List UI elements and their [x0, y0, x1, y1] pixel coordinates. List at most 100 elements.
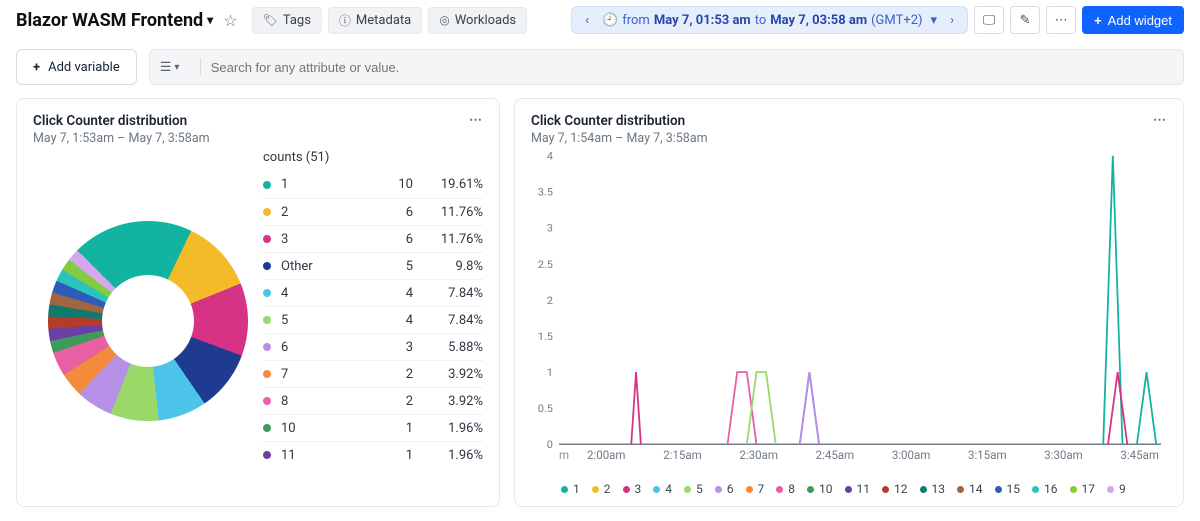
legend-swatch — [263, 343, 271, 351]
legend-item[interactable]: 12 — [882, 482, 908, 496]
panel-click-counter-timeseries: Click Counter distribution May 7, 1:54am… — [514, 98, 1184, 507]
legend-item[interactable]: 15 — [995, 482, 1021, 496]
panel-title: Click Counter distribution — [531, 113, 708, 129]
svg-text:2: 2 — [547, 294, 553, 307]
legend-item[interactable]: 13 — [920, 482, 946, 496]
legend-row[interactable]: 547.84% — [263, 306, 483, 333]
legend-item[interactable]: 11 — [845, 482, 871, 496]
metadata-chip-label: Metadata — [356, 13, 411, 28]
legend-item[interactable]: 1 — [561, 482, 580, 496]
legend-count: 6 — [363, 205, 413, 220]
metadata-chip[interactable]: ⓘ Metadata — [328, 7, 422, 34]
svg-text:3: 3 — [547, 222, 553, 235]
legend-text: 10 — [819, 482, 833, 496]
legend-item[interactable]: 2 — [592, 482, 611, 496]
legend-text: 8 — [788, 482, 795, 496]
dots-icon: ⋯ — [1055, 13, 1068, 28]
legend-item[interactable]: 14 — [957, 482, 983, 496]
panel-menu-button[interactable]: ⋯ — [469, 113, 483, 128]
star-icon[interactable]: ☆ — [223, 11, 237, 30]
panel-body: counts (51) 11019.61%2611.76%3611.76%Oth… — [33, 146, 483, 496]
legend-label: Other — [281, 259, 363, 274]
panel-menu-button[interactable]: ⋯ — [1153, 113, 1167, 128]
legend-swatch — [263, 316, 271, 324]
x-tick: 2:00am — [587, 448, 626, 462]
panel-title: Click Counter distribution — [33, 113, 210, 129]
x-axis-unit: m — [559, 448, 587, 462]
legend-text: 11 — [857, 482, 871, 496]
legend-label: 8 — [281, 394, 363, 409]
chevron-down-icon: ▾ — [931, 13, 938, 28]
legend-row[interactable]: 635.88% — [263, 333, 483, 360]
timeseries-chart[interactable]: 00.511.522.533.54 — [531, 152, 1167, 448]
legend-text: 5 — [696, 482, 703, 496]
legend-item[interactable]: 8 — [776, 482, 795, 496]
legend-row[interactable]: Other59.8% — [263, 252, 483, 279]
page-title[interactable]: Blazor WASM Frontend ▾ — [16, 10, 213, 31]
legend-dot — [957, 486, 964, 493]
legend-dot — [1032, 486, 1039, 493]
tags-chip[interactable]: 🏷 Tags — [252, 7, 322, 34]
time-range-picker: ‹ 🕘 from May 7, 01:53 am to May 7, 03:58… — [571, 6, 968, 34]
legend-dot — [592, 486, 599, 493]
svg-text:4: 4 — [547, 152, 553, 163]
edit-button[interactable]: ✎ — [1010, 6, 1040, 34]
legend-item[interactable]: 7 — [746, 482, 765, 496]
legend-row[interactable]: 723.92% — [263, 360, 483, 387]
x-tick: 2:30am — [739, 448, 778, 462]
legend-swatch — [263, 262, 271, 270]
time-prev-button[interactable]: ‹ — [576, 9, 598, 31]
tag-icon: 🏷 — [263, 13, 278, 27]
legend-row[interactable]: 2611.76% — [263, 198, 483, 225]
legend-pct: 7.84% — [413, 313, 483, 328]
workloads-chip[interactable]: ◎ Workloads — [428, 7, 527, 34]
plus-icon: + — [33, 60, 40, 75]
time-mid: to — [755, 13, 767, 28]
presentation-mode-button[interactable]: 🖵 — [974, 6, 1004, 34]
legend-label: 2 — [281, 205, 363, 220]
header-chips: 🏷 Tags ⓘ Metadata ◎ Workloads — [252, 7, 528, 34]
legend-text: 15 — [1007, 482, 1021, 496]
legend-swatch — [263, 289, 271, 297]
legend-item[interactable]: 17 — [1070, 482, 1096, 496]
legend-item[interactable]: 9 — [1107, 482, 1126, 496]
legend-title: counts (51) — [263, 146, 483, 171]
legend-item[interactable]: 10 — [807, 482, 833, 496]
legend-pct: 9.8% — [413, 259, 483, 274]
x-axis: m 2:00am2:15am2:30am2:45am3:00am3:15am3:… — [531, 448, 1167, 476]
legend-dot — [920, 486, 927, 493]
legend-row[interactable]: 1111.96% — [263, 441, 483, 468]
legend-row[interactable]: 3611.76% — [263, 225, 483, 252]
panel-subtitle: May 7, 1:54am – May 7, 3:58am — [531, 131, 708, 146]
legend-item[interactable]: 3 — [623, 482, 642, 496]
time-range-body[interactable]: 🕘 from May 7, 01:53 am to May 7, 03:58 a… — [598, 13, 941, 28]
legend-label: 5 — [281, 313, 363, 328]
legend-row[interactable]: 1011.96% — [263, 414, 483, 441]
legend-item[interactable]: 4 — [653, 482, 672, 496]
legend-item[interactable]: 16 — [1032, 482, 1058, 496]
legend-row[interactable]: 447.84% — [263, 279, 483, 306]
add-widget-label: Add widget — [1108, 13, 1172, 28]
legend-item[interactable]: 6 — [715, 482, 734, 496]
x-axis-ticks: 2:00am2:15am2:30am2:45am3:00am3:15am3:30… — [587, 448, 1167, 462]
legend-row[interactable]: 11019.61% — [263, 171, 483, 198]
time-from: May 7, 01:53 am — [654, 13, 751, 28]
legend-swatch — [263, 181, 271, 189]
filter-button[interactable]: ☰ ▾ — [160, 60, 190, 75]
add-widget-button[interactable]: + Add widget — [1082, 6, 1184, 34]
legend-row[interactable]: 823.92% — [263, 387, 483, 414]
legend-swatch — [263, 397, 271, 405]
legend-text: 17 — [1082, 482, 1096, 496]
x-tick: 3:30am — [1044, 448, 1083, 462]
more-button[interactable]: ⋯ — [1046, 6, 1076, 34]
chevron-down-icon: ▾ — [174, 62, 179, 73]
search-bar: ☰ ▾ — [149, 49, 1184, 85]
add-variable-button[interactable]: + Add variable — [16, 49, 137, 85]
time-next-button[interactable]: › — [941, 9, 963, 31]
legend-dot — [684, 486, 691, 493]
header-right: ‹ 🕘 from May 7, 01:53 am to May 7, 03:58… — [571, 6, 1184, 34]
search-input[interactable] — [211, 60, 1173, 75]
donut-chart[interactable] — [48, 221, 248, 421]
legend-pct: 11.76% — [413, 205, 483, 220]
legend-item[interactable]: 5 — [684, 482, 703, 496]
